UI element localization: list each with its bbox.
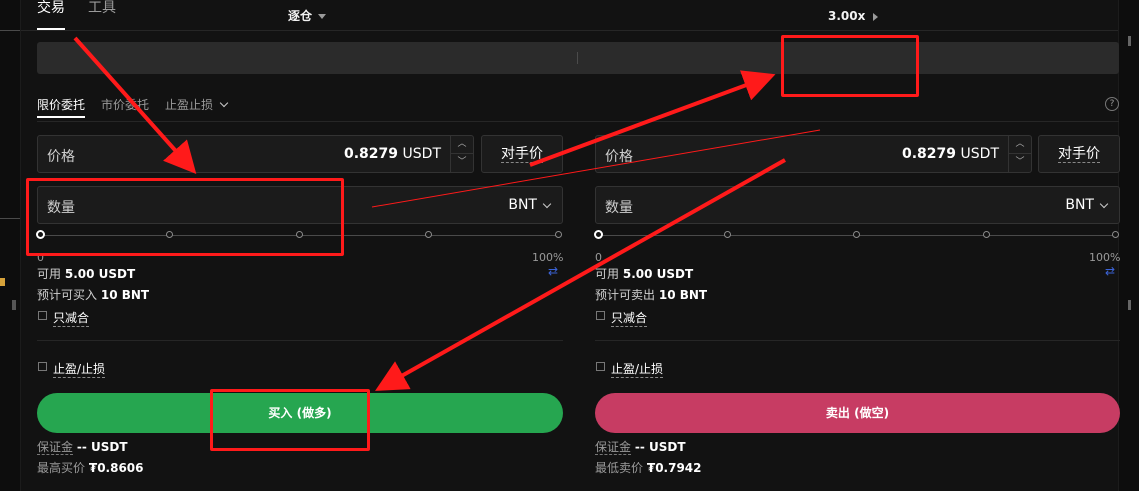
annotation-arrows bbox=[73, 36, 821, 391]
annotation-arrow bbox=[73, 36, 197, 174]
annotation-arrow bbox=[375, 158, 786, 391]
annotation-arrow bbox=[529, 70, 776, 167]
